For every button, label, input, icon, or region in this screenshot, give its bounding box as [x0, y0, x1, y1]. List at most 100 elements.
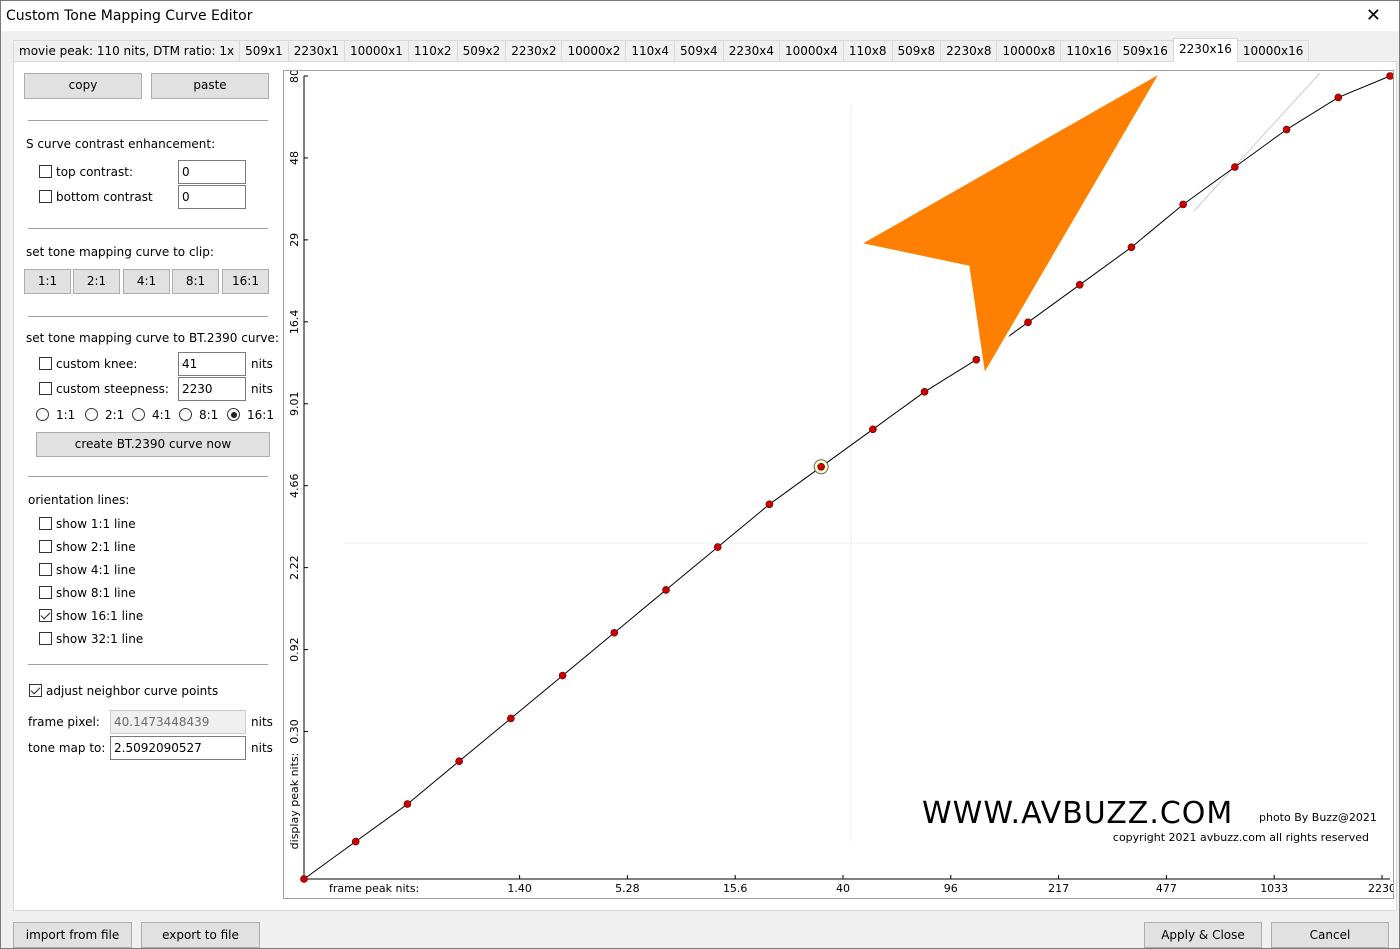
title-bar: Custom Tone Mapping Curve Editor ✕ — [1, 1, 1399, 31]
tone-curve-chart[interactable]: 1.40 5.28 15.6 40 96 217 477 1033 2230 frame peak… — [283, 66, 1396, 899]
tab-509x2[interactable]: 509x2 — [456, 40, 507, 62]
curve-point[interactable] — [1127, 243, 1136, 252]
curve-point[interactable] — [765, 500, 774, 509]
custom-knee-checkbox[interactable] — [39, 357, 52, 370]
top-contrast-label: top contrast: — [56, 165, 134, 179]
tab-2230x8[interactable]: 2230x8 — [940, 40, 998, 62]
tone-curve-line — [303, 75, 1391, 880]
clip-2-1-button[interactable]: 2:1 — [73, 269, 120, 294]
ratio-radio-1-1[interactable] — [36, 408, 49, 421]
bottom-contrast-label: bottom contrast — [56, 190, 153, 204]
curve-point[interactable] — [817, 462, 825, 471]
top-contrast-checkbox[interactable] — [39, 165, 52, 178]
curve-point[interactable] — [351, 837, 360, 846]
s-curve-heading: S curve contrast enhancement: — [26, 137, 216, 151]
x-tick-label: 15.6 — [723, 882, 748, 895]
tab-509x16[interactable]: 509x16 — [1116, 40, 1174, 62]
clip-4-1-button[interactable]: 4:1 — [123, 269, 170, 294]
copy-button[interactable]: copy — [24, 73, 142, 99]
tab-110x2[interactable]: 110x2 — [407, 40, 458, 62]
tab-2230x16[interactable]: 2230x16 — [1172, 38, 1238, 62]
tab-movie-peak[interactable]: movie peak: 110 nits, DTM ratio: 1x — [13, 40, 241, 62]
curve-point[interactable] — [1024, 318, 1032, 327]
apply-close-button[interactable]: Apply & Close — [1144, 922, 1262, 948]
x-axis-label: frame peak nits: — [329, 882, 419, 895]
orientation-checkbox-3[interactable] — [39, 586, 52, 599]
plot-area: 1.40 5.28 15.6 40 96 217 477 1033 2230 frame peak… — [288, 66, 1396, 895]
tab-10000x16[interactable]: 10000x16 — [1236, 40, 1310, 62]
orientation-checkbox-2[interactable] — [39, 563, 52, 576]
curve-point[interactable] — [1282, 125, 1291, 134]
ratio-radio-8-1[interactable] — [179, 408, 192, 421]
orientation-checkbox-1[interactable] — [39, 540, 52, 553]
x-tick-label: 217 — [1048, 882, 1069, 895]
orientation-checkbox-5[interactable] — [39, 632, 52, 645]
tab-509x8[interactable]: 509x8 — [891, 40, 942, 62]
frame-pixel-label: frame pixel: — [28, 715, 100, 729]
x-tick-label: 1.40 — [507, 882, 531, 895]
tab-2230x1[interactable]: 2230x1 — [287, 40, 345, 62]
curve-point[interactable] — [662, 586, 670, 594]
curve-point[interactable] — [455, 757, 463, 766]
custom-steepness-input[interactable]: 2230 — [178, 377, 246, 401]
curve-point[interactable] — [1179, 200, 1187, 209]
ratio-radio-2-1[interactable] — [85, 408, 98, 421]
tab-2230x4[interactable]: 2230x4 — [722, 40, 780, 62]
create-bt2390-button[interactable]: create BT.2390 curve now — [36, 432, 270, 457]
divider — [28, 316, 268, 317]
tone-map-input[interactable]: 2.5092090527 — [110, 736, 246, 760]
tab-10000x4[interactable]: 10000x4 — [778, 40, 844, 62]
curve-point[interactable] — [972, 355, 981, 364]
bottom-contrast-input[interactable]: 0 — [178, 185, 246, 209]
paste-button[interactable]: paste — [151, 73, 269, 99]
bt2390-heading: set tone mapping curve to BT.2390 curve: — [26, 331, 279, 345]
top-contrast-input[interactable]: 0 — [178, 160, 246, 184]
ratio-radio-4-1[interactable] — [132, 408, 145, 421]
curve-point[interactable] — [403, 800, 412, 808]
custom-steepness-checkbox[interactable] — [39, 382, 52, 395]
tab-2230x2[interactable]: 2230x2 — [505, 40, 563, 62]
tone-curve-svg[interactable]: 1.40 5.28 15.6 40 96 217 477 1033 2230 frame peak… — [284, 66, 1396, 898]
tab-509x1[interactable]: 509x1 — [239, 40, 289, 62]
tab-10000x8[interactable]: 10000x8 — [996, 40, 1062, 62]
clip-heading: set tone mapping curve to clip: — [26, 245, 214, 259]
x-tick-label: 1033 — [1260, 882, 1288, 895]
clip-1-1-button[interactable]: 1:1 — [24, 269, 71, 294]
tab-10000x2[interactable]: 10000x2 — [561, 40, 627, 62]
tab-110x8[interactable]: 110x8 — [842, 40, 893, 62]
curve-point[interactable] — [507, 714, 515, 723]
close-icon[interactable]: ✕ — [1366, 5, 1381, 26]
curve-point[interactable] — [713, 543, 722, 551]
curve-point[interactable] — [1386, 72, 1394, 80]
tab-509x4[interactable]: 509x4 — [674, 40, 724, 62]
curve-point[interactable] — [300, 875, 308, 883]
clip-16-1-button[interactable]: 16:1 — [222, 269, 269, 294]
tab-110x16[interactable]: 110x16 — [1060, 40, 1118, 62]
tab-10000x1[interactable]: 10000x1 — [344, 40, 409, 62]
curve-point[interactable] — [1075, 280, 1084, 289]
cancel-button[interactable]: Cancel — [1271, 922, 1389, 948]
adjust-neighbor-label: adjust neighbor curve points — [46, 684, 219, 698]
orientation-checkbox-0[interactable] — [39, 517, 52, 530]
x-tick-label: 2230 — [1368, 882, 1393, 895]
curve-point[interactable] — [1334, 93, 1343, 102]
orientation-label: show 8:1 line — [56, 586, 136, 600]
import-button[interactable]: import from file — [13, 922, 132, 948]
orientation-label: show 16:1 line — [56, 609, 144, 623]
curve-point[interactable] — [610, 628, 619, 637]
curve-point[interactable] — [558, 671, 567, 680]
ratio-radio-16-1[interactable] — [227, 408, 240, 421]
nits-unit: nits — [251, 357, 273, 371]
tab-110x4[interactable]: 110x4 — [625, 40, 676, 62]
curve-point[interactable] — [869, 425, 877, 434]
bottom-contrast-checkbox[interactable] — [39, 190, 52, 203]
orientation-checkbox-4[interactable] — [39, 609, 52, 622]
custom-knee-input[interactable]: 41 — [178, 352, 246, 376]
editor-content: copy paste S curve contrast enhancement:… — [13, 61, 1397, 911]
export-button[interactable]: export to file — [141, 922, 260, 948]
clip-8-1-button[interactable]: 8:1 — [172, 269, 219, 294]
y-tick-label: 2.22 — [288, 555, 301, 580]
curve-point[interactable] — [1231, 163, 1239, 171]
curve-point[interactable] — [920, 388, 929, 396]
adjust-neighbor-checkbox[interactable] — [29, 684, 42, 697]
